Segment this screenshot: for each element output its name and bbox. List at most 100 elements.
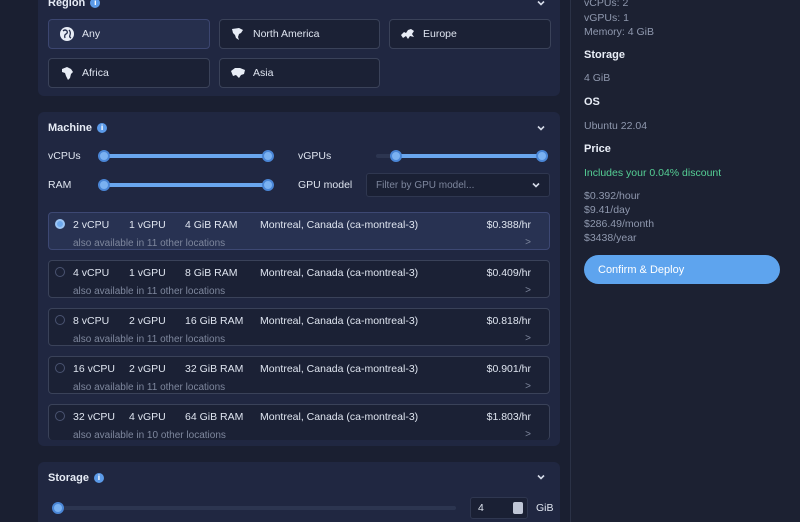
radio-unselected[interactable]: [55, 315, 65, 325]
storage-size-value: 4: [478, 502, 484, 514]
slider-fill: [104, 154, 268, 158]
confirm-deploy-button[interactable]: Confirm & Deploy: [584, 255, 780, 284]
machine-title: Machine: [48, 122, 93, 134]
hourly-price: $0.818/hr: [486, 315, 531, 327]
region-option-label: Asia: [253, 67, 274, 79]
vcpu-count: 8 vCPU: [73, 315, 110, 327]
price-yearly: $3438/year: [584, 232, 637, 244]
radio-selected[interactable]: [55, 219, 65, 229]
info-icon[interactable]: i: [90, 0, 101, 8]
machine-header[interactable]: Machine i: [48, 122, 108, 134]
machine-option-row[interactable]: 16 vCPU 2 vGPU 32 GiB RAM Montreal, Cana…: [48, 356, 550, 394]
north-america-map-icon: [232, 28, 243, 40]
price-hourly: $0.392/hour: [584, 190, 641, 202]
discount-note: Includes your 0.04% discount: [584, 167, 722, 179]
region-option-any[interactable]: Any: [48, 19, 210, 49]
hourly-price: $0.388/hr: [486, 219, 531, 231]
slider-max-handle[interactable]: [262, 179, 274, 191]
vcpus-range-slider[interactable]: [98, 150, 274, 162]
region-title: Region: [48, 0, 86, 9]
machine-option-row[interactable]: 8 vCPU 2 vGPU 16 GiB RAM Montreal, Canad…: [48, 308, 550, 346]
region-option-europe[interactable]: Europe: [389, 19, 551, 49]
machine-option-row[interactable]: 32 vCPU 4 vGPU 64 GiB RAM Montreal, Cana…: [48, 404, 550, 440]
machine-option-row[interactable]: 4 vCPU 1 vGPU 8 GiB RAM Montreal, Canada…: [48, 260, 550, 298]
summary-storage-value: 4 GiB: [584, 72, 611, 84]
radio-unselected[interactable]: [55, 363, 65, 373]
summary-os-heading: OS: [584, 96, 600, 108]
chevron-down-icon[interactable]: [536, 0, 548, 10]
ram-amount: 8 GiB RAM: [185, 267, 238, 279]
vgpu-count: 2 vGPU: [129, 315, 166, 327]
configuration-area: Region i Any North America Europe Africa…: [0, 0, 570, 522]
chevron-right-icon[interactable]: >: [525, 381, 531, 392]
radio-unselected[interactable]: [55, 267, 65, 277]
storage-size-input[interactable]: 4: [470, 497, 528, 519]
asia-map-icon: [231, 68, 245, 78]
location: Montreal, Canada (ca-montreal-3): [260, 363, 419, 375]
chevron-right-icon[interactable]: >: [525, 429, 531, 440]
slider-handle[interactable]: [52, 502, 64, 514]
region-option-asia[interactable]: Asia: [219, 58, 380, 88]
storage-title: Storage: [48, 472, 89, 484]
gpu-model-placeholder: Filter by GPU model...: [376, 179, 475, 191]
price-daily: $9.41/day: [584, 204, 631, 216]
chevron-right-icon[interactable]: >: [525, 237, 531, 248]
ram-range-slider[interactable]: [98, 179, 274, 191]
summary-os-value: Ubuntu 22.04: [584, 120, 648, 132]
summary-vgpus: vGPUs: 1: [584, 12, 629, 24]
region-option-africa[interactable]: Africa: [48, 58, 210, 88]
slider-fill: [104, 183, 268, 187]
slider-min-handle[interactable]: [98, 179, 110, 191]
chevron-down-icon[interactable]: [536, 472, 548, 484]
africa-map-icon: [62, 67, 73, 80]
location: Montreal, Canada (ca-montreal-3): [260, 267, 419, 279]
slider-max-handle[interactable]: [262, 150, 274, 162]
region-option-north-america[interactable]: North America: [219, 19, 380, 49]
summary-vcpus: vCPUs: 2: [584, 0, 629, 9]
globe-icon: [60, 27, 74, 41]
chevron-down-icon: [531, 180, 543, 192]
info-icon[interactable]: i: [97, 123, 108, 133]
hourly-price: $0.409/hr: [486, 267, 531, 279]
vgpu-count: 1 vGPU: [129, 219, 166, 231]
summary-price-heading: Price: [584, 143, 611, 155]
price-monthly: $286.49/month: [584, 218, 655, 230]
vcpu-count: 32 vCPU: [73, 411, 116, 423]
slider-min-handle[interactable]: [98, 150, 110, 162]
radio-unselected[interactable]: [55, 411, 65, 421]
vgpu-count: 1 vGPU: [129, 267, 166, 279]
ram-amount: 64 GiB RAM: [185, 411, 244, 423]
chevron-right-icon[interactable]: >: [525, 285, 531, 296]
vgpu-count: 4 vGPU: [129, 411, 166, 423]
location: Montreal, Canada (ca-montreal-3): [260, 315, 419, 327]
hourly-price: $0.901/hr: [486, 363, 531, 375]
ram-label: RAM: [48, 179, 72, 191]
region-option-label: Europe: [423, 28, 457, 40]
summary-storage-heading: Storage: [584, 49, 625, 61]
vgpu-count: 2 vGPU: [129, 363, 166, 375]
machine-option-row[interactable]: 2 vCPU 1 vGPU 4 GiB RAM Montreal, Canada…: [48, 212, 550, 250]
info-icon[interactable]: i: [93, 473, 104, 483]
ram-amount: 4 GiB RAM: [185, 219, 238, 231]
summary-memory: Memory: 4 GiB: [584, 26, 655, 38]
confirm-deploy-label: Confirm & Deploy: [598, 263, 685, 276]
hourly-price: $1.803/hr: [486, 411, 531, 423]
region-option-label: Africa: [82, 67, 109, 79]
other-locations-note: also available in 11 other locations: [73, 334, 226, 345]
storage-header[interactable]: Storage i: [48, 472, 104, 484]
chevron-right-icon[interactable]: >: [525, 333, 531, 344]
spinner-icon[interactable]: [513, 502, 523, 514]
vcpus-label: vCPUs: [48, 150, 81, 162]
vcpu-count: 4 vCPU: [73, 267, 110, 279]
chevron-down-icon[interactable]: [536, 123, 548, 135]
slider-max-handle[interactable]: [536, 150, 548, 162]
storage-slider[interactable]: [52, 502, 456, 514]
other-locations-note: also available in 11 other locations: [73, 286, 226, 297]
slider-min-handle[interactable]: [390, 150, 402, 162]
slider-track: [52, 506, 456, 510]
ram-amount: 32 GiB RAM: [185, 363, 244, 375]
vgpus-range-slider[interactable]: [376, 150, 548, 162]
gpu-model-filter-select[interactable]: Filter by GPU model...: [366, 173, 550, 197]
region-header[interactable]: Region i: [48, 0, 101, 9]
ram-amount: 16 GiB RAM: [185, 315, 244, 327]
